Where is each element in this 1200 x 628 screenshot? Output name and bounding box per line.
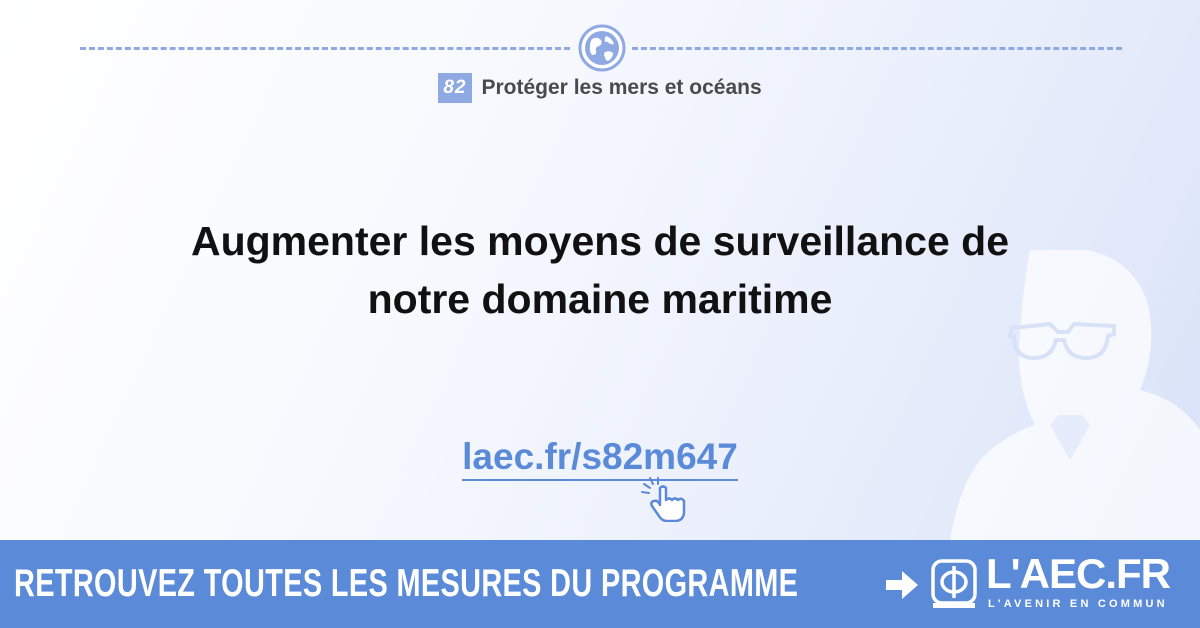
globe-icon — [578, 24, 626, 72]
headline-line-1: Augmenter les moyens de surveillance de — [190, 218, 1010, 264]
category-label: Protéger les mers et océans — [481, 76, 762, 99]
cta-text[interactable]: RETROUVEZ TOUTES LES MESURES DU PROGRAMM… — [14, 540, 798, 628]
short-link-container: laec.fr/s82m647 — [0, 436, 1200, 481]
divider-left — [80, 47, 570, 50]
headline-line-2: notre domaine maritime — [367, 276, 833, 322]
share-card: 82 Protéger les mers et océans Augmenter… — [0, 0, 1200, 628]
category-row: 82 Protéger les mers et océans — [0, 73, 1200, 103]
hand-pointer-icon — [641, 477, 686, 522]
phi-logo-icon — [931, 559, 977, 608]
divider-right — [632, 47, 1122, 50]
measure-headline: Augmenter les moyens de surveillance de … — [60, 212, 1140, 328]
short-link[interactable]: laec.fr/s82m647 — [462, 436, 738, 481]
arrow-right-icon — [886, 571, 918, 599]
measure-number-badge: 82 — [438, 73, 472, 103]
logo-tagline: L'AVENIR EN COMMUN — [988, 598, 1168, 610]
logo-wordmark[interactable]: L'AEC.FR — [986, 552, 1171, 596]
